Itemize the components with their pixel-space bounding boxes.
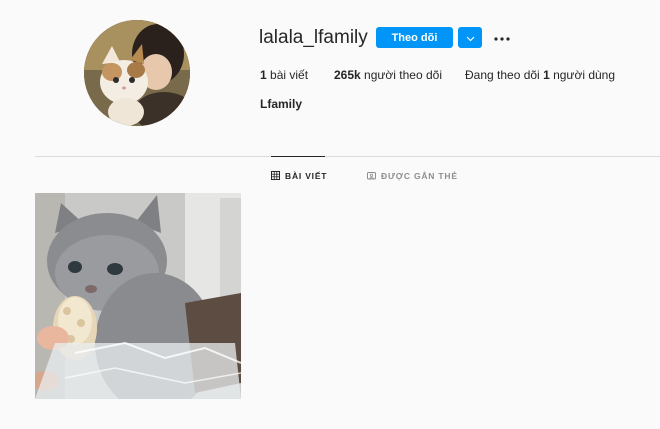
following-prefix: Đang theo dõi [465,68,544,82]
more-options-button[interactable] [492,29,512,45]
suggested-accounts-dropdown-button[interactable] [458,27,482,48]
tab-posts[interactable]: BÀI VIẾT [271,170,327,182]
followers-label: người theo dõi [360,68,442,82]
followers-count: 265k [334,68,361,82]
more-horizontal-icon [494,28,510,46]
posts-count-stat: 1 bài viết [260,67,308,83]
tab-posts-label: BÀI VIẾT [285,171,328,181]
avatar-image [84,20,190,126]
tab-tagged-label: ĐƯỢC GẮN THẺ [381,171,458,181]
profile-username: lalala_lfamily [259,27,368,48]
profile-avatar[interactable] [84,20,190,126]
post-thumbnail[interactable] [35,193,241,399]
grid-icon [271,170,280,182]
posts-label: bài viết [266,68,309,82]
tabs-divider [35,156,660,157]
following-stat[interactable]: Đang theo dõi 1 người dùng [465,67,615,83]
following-count: 1 [543,68,550,82]
tag-icon [367,171,376,182]
tab-tagged[interactable]: ĐƯỢC GẮN THẺ [367,170,458,182]
posts-count: 1 [260,68,267,82]
following-suffix: người dùng [549,68,616,82]
chevron-down-icon [466,30,475,45]
post-image [35,193,241,399]
followers-stat[interactable]: 265k người theo dõi [334,67,442,83]
active-tab-indicator [271,156,325,157]
profile-full-name: Lfamily [260,97,303,111]
follow-button[interactable]: Theo dõi [376,27,453,48]
